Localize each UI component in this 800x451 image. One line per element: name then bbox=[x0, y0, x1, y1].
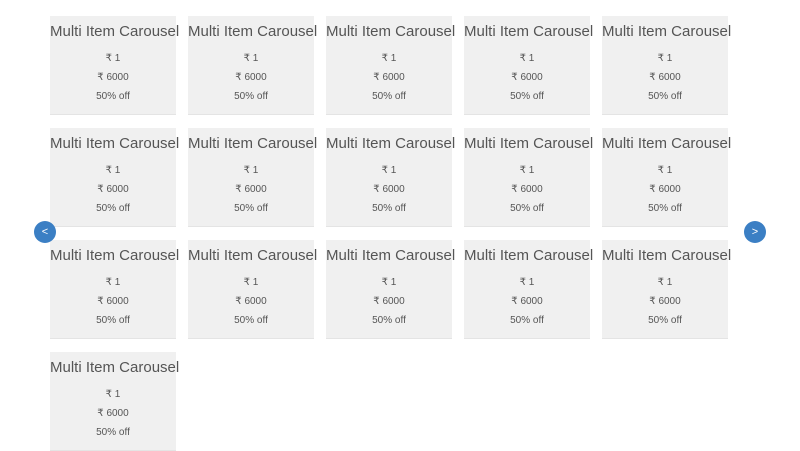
carousel-item-price: ₹ 1 bbox=[657, 53, 673, 64]
carousel-item-card[interactable]: Multi Item Carousel ₹ 1 ₹ 6000 50% off bbox=[602, 16, 732, 115]
carousel-item-discount: 50% off bbox=[96, 427, 130, 438]
chevron-right-icon: > bbox=[751, 226, 759, 238]
carousel-item-price: ₹ 1 bbox=[105, 165, 121, 176]
carousel-item-price: ₹ 1 bbox=[243, 277, 259, 288]
carousel-item-card[interactable]: Multi Item Carousel ₹ 1 ₹ 6000 50% off bbox=[326, 128, 456, 227]
carousel-item-original-price: ₹ 6000 bbox=[511, 184, 543, 195]
carousel-item-discount: 50% off bbox=[96, 315, 130, 326]
carousel-item-discount: 50% off bbox=[648, 91, 682, 102]
carousel-item-original-price: ₹ 6000 bbox=[97, 184, 129, 195]
chevron-left-icon: < bbox=[41, 226, 49, 238]
carousel-item-title: Multi Item Carousel bbox=[326, 247, 456, 264]
carousel-next-button[interactable]: > bbox=[744, 221, 766, 243]
carousel-item-price: ₹ 1 bbox=[657, 277, 673, 288]
carousel-item-discount: 50% off bbox=[510, 91, 544, 102]
carousel-item-title: Multi Item Carousel bbox=[602, 135, 732, 152]
carousel-item-price: ₹ 1 bbox=[243, 165, 259, 176]
carousel-item-discount: 50% off bbox=[96, 91, 130, 102]
carousel-item-original-price: ₹ 6000 bbox=[235, 184, 267, 195]
carousel-item-title: Multi Item Carousel bbox=[464, 247, 594, 264]
carousel-item-discount: 50% off bbox=[648, 203, 682, 214]
carousel-item-price: ₹ 1 bbox=[519, 53, 535, 64]
carousel-item-title: Multi Item Carousel bbox=[50, 23, 180, 40]
carousel-item-card[interactable]: Multi Item Carousel ₹ 1 ₹ 6000 50% off bbox=[464, 128, 594, 227]
carousel-item-original-price: ₹ 6000 bbox=[373, 184, 405, 195]
carousel-item-card[interactable]: Multi Item Carousel ₹ 1 ₹ 6000 50% off bbox=[50, 352, 180, 451]
carousel-item-discount: 50% off bbox=[372, 91, 406, 102]
carousel-item-card[interactable]: Multi Item Carousel ₹ 1 ₹ 6000 50% off bbox=[188, 128, 318, 227]
carousel-item-title: Multi Item Carousel bbox=[188, 23, 318, 40]
carousel-item-original-price: ₹ 6000 bbox=[97, 72, 129, 83]
carousel-item-title: Multi Item Carousel bbox=[602, 23, 732, 40]
carousel-item-original-price: ₹ 6000 bbox=[649, 296, 681, 307]
carousel-item-title: Multi Item Carousel bbox=[50, 135, 180, 152]
carousel-item-title: Multi Item Carousel bbox=[464, 135, 594, 152]
carousel-item-card[interactable]: Multi Item Carousel ₹ 1 ₹ 6000 50% off bbox=[602, 240, 732, 339]
carousel-item-original-price: ₹ 6000 bbox=[511, 72, 543, 83]
carousel-item-price: ₹ 1 bbox=[243, 53, 259, 64]
carousel-item-price: ₹ 1 bbox=[105, 389, 121, 400]
carousel-item-title: Multi Item Carousel bbox=[326, 23, 456, 40]
carousel-item-card[interactable]: Multi Item Carousel ₹ 1 ₹ 6000 50% off bbox=[602, 128, 732, 227]
carousel-item-title: Multi Item Carousel bbox=[602, 247, 732, 264]
carousel-item-title: Multi Item Carousel bbox=[464, 23, 594, 40]
carousel-item-card[interactable]: Multi Item Carousel ₹ 1 ₹ 6000 50% off bbox=[188, 240, 318, 339]
carousel-item-card[interactable]: Multi Item Carousel ₹ 1 ₹ 6000 50% off bbox=[464, 240, 594, 339]
carousel-item-original-price: ₹ 6000 bbox=[649, 72, 681, 83]
carousel-item-original-price: ₹ 6000 bbox=[649, 184, 681, 195]
carousel-item-title: Multi Item Carousel bbox=[188, 247, 318, 264]
carousel-item-original-price: ₹ 6000 bbox=[373, 72, 405, 83]
carousel-item-title: Multi Item Carousel bbox=[50, 359, 180, 376]
carousel-item-discount: 50% off bbox=[96, 203, 130, 214]
carousel-item-discount: 50% off bbox=[372, 315, 406, 326]
carousel-item-price: ₹ 1 bbox=[105, 53, 121, 64]
multi-item-carousel: Multi Item Carousel ₹ 1 ₹ 6000 50% off Multi… bbox=[0, 0, 800, 451]
carousel-item-discount: 50% off bbox=[234, 91, 268, 102]
carousel-item-price: ₹ 1 bbox=[105, 277, 121, 288]
carousel-item-card[interactable]: Multi Item Carousel ₹ 1 ₹ 6000 50% off bbox=[188, 16, 318, 115]
carousel-item-discount: 50% off bbox=[234, 315, 268, 326]
carousel-item-price: ₹ 1 bbox=[519, 277, 535, 288]
carousel-item-price: ₹ 1 bbox=[381, 165, 397, 176]
carousel-item-original-price: ₹ 6000 bbox=[235, 72, 267, 83]
carousel-item-price: ₹ 1 bbox=[657, 165, 673, 176]
carousel-item-original-price: ₹ 6000 bbox=[511, 296, 543, 307]
carousel-item-original-price: ₹ 6000 bbox=[373, 296, 405, 307]
carousel-item-original-price: ₹ 6000 bbox=[97, 296, 129, 307]
carousel-item-card[interactable]: Multi Item Carousel ₹ 1 ₹ 6000 50% off bbox=[326, 16, 456, 115]
carousel-item-card[interactable]: Multi Item Carousel ₹ 1 ₹ 6000 50% off bbox=[50, 16, 180, 115]
carousel-track: Multi Item Carousel ₹ 1 ₹ 6000 50% off Multi… bbox=[50, 16, 740, 451]
carousel-item-price: ₹ 1 bbox=[519, 165, 535, 176]
carousel-item-card[interactable]: Multi Item Carousel ₹ 1 ₹ 6000 50% off bbox=[50, 128, 180, 227]
carousel-item-price: ₹ 1 bbox=[381, 277, 397, 288]
carousel-item-title: Multi Item Carousel bbox=[50, 247, 180, 264]
carousel-item-title: Multi Item Carousel bbox=[326, 135, 456, 152]
carousel-item-original-price: ₹ 6000 bbox=[235, 296, 267, 307]
carousel-item-card[interactable]: Multi Item Carousel ₹ 1 ₹ 6000 50% off bbox=[464, 16, 594, 115]
carousel-item-discount: 50% off bbox=[648, 315, 682, 326]
carousel-item-original-price: ₹ 6000 bbox=[97, 408, 129, 419]
carousel-item-discount: 50% off bbox=[510, 203, 544, 214]
carousel-item-card[interactable]: Multi Item Carousel ₹ 1 ₹ 6000 50% off bbox=[326, 240, 456, 339]
carousel-item-discount: 50% off bbox=[510, 315, 544, 326]
carousel-item-price: ₹ 1 bbox=[381, 53, 397, 64]
carousel-prev-button[interactable]: < bbox=[34, 221, 56, 243]
carousel-item-title: Multi Item Carousel bbox=[188, 135, 318, 152]
carousel-item-card[interactable]: Multi Item Carousel ₹ 1 ₹ 6000 50% off bbox=[50, 240, 180, 339]
carousel-item-discount: 50% off bbox=[234, 203, 268, 214]
carousel-item-discount: 50% off bbox=[372, 203, 406, 214]
